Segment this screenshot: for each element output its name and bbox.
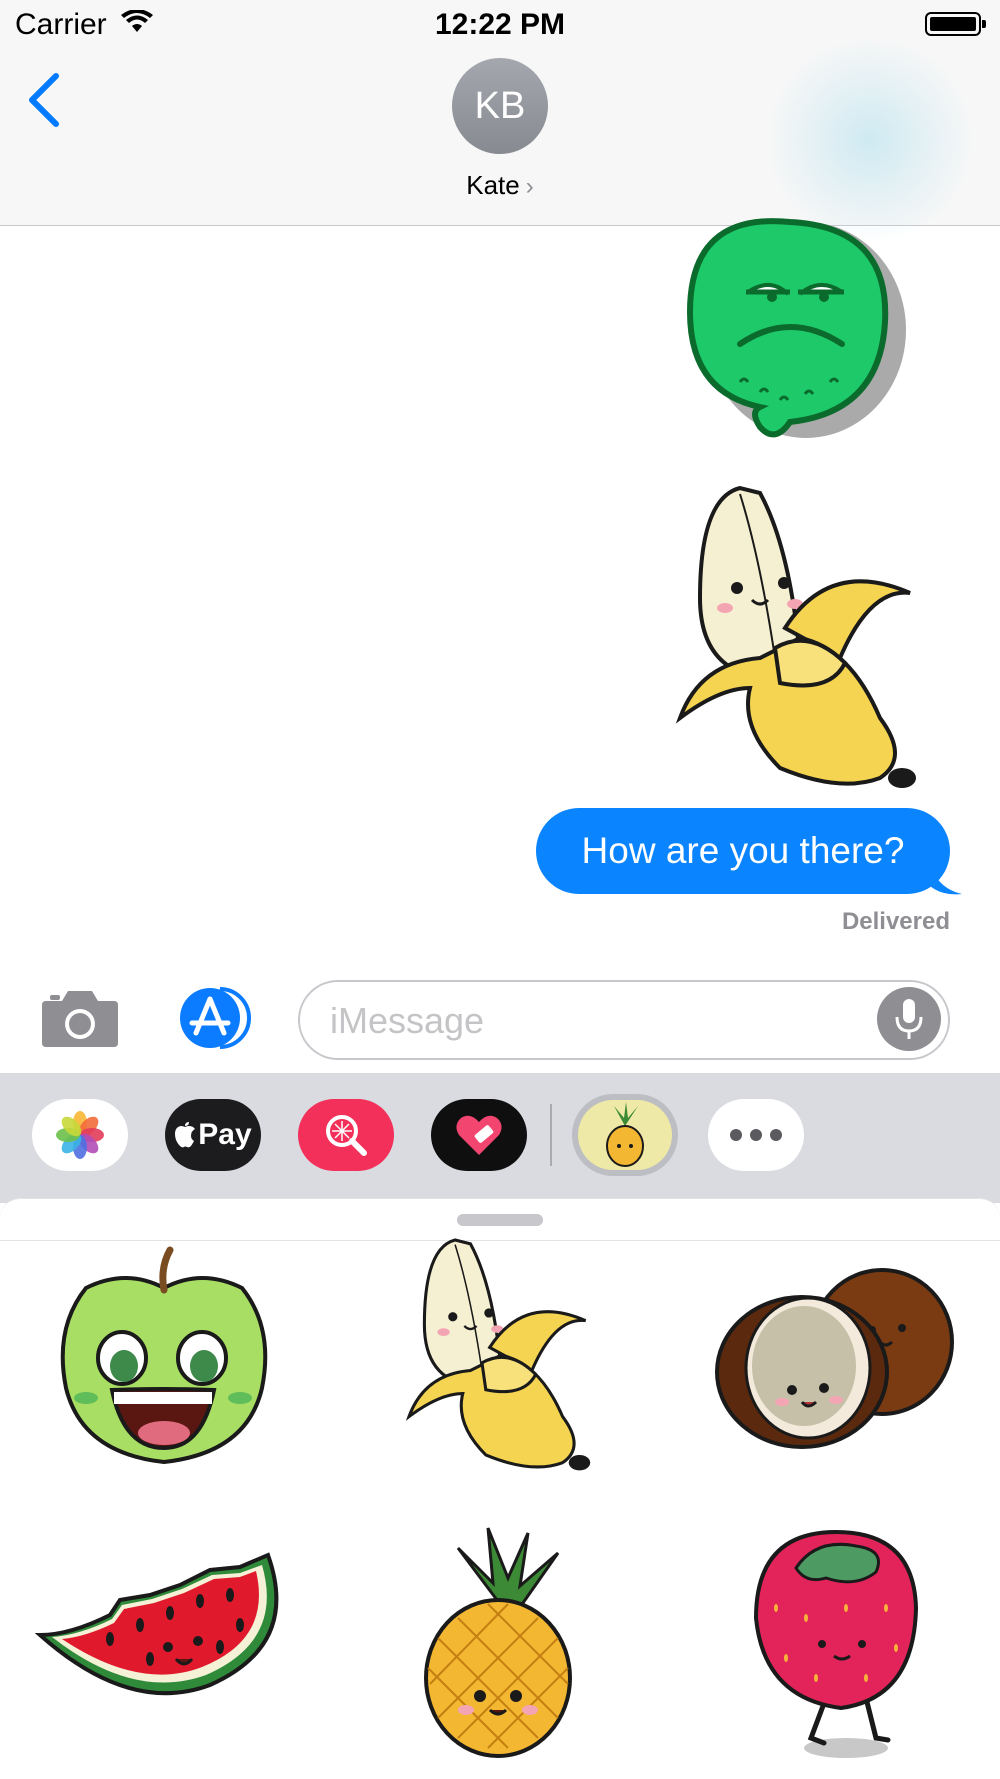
strawberry-sticker[interactable] [746,1528,926,1760]
message-placeholder: iMessage [330,1000,485,1041]
panel-grabber[interactable] [457,1214,543,1226]
photos-icon [56,1111,104,1159]
app-drawer-divider [550,1104,552,1166]
message-bubble[interactable]: How are you there? [536,808,950,894]
clock: 12:22 PM [434,8,566,41]
chevron-left-icon [29,73,59,127]
pineapple-icon [606,1102,644,1167]
coconut-sticker[interactable] [712,1262,962,1452]
app-store-button[interactable] [170,985,254,1051]
chevron-right-icon: › [525,173,534,200]
banana-panel-sticker[interactable] [405,1238,605,1478]
back-button[interactable] [22,70,72,130]
search-app-button[interactable] [298,1099,394,1171]
delivery-status: Delivered [841,908,950,935]
dictation-button[interactable] [877,987,941,1051]
battery-icon [925,12,986,36]
avatar[interactable]: KB [452,58,548,154]
apple-logo-icon [175,1122,196,1148]
more-apps-button[interactable] [708,1099,804,1171]
banana-sticker[interactable] [675,485,930,798]
search-icon [326,1115,367,1156]
apple-pay-app-button[interactable]: Pay [165,1099,261,1171]
camera-button[interactable] [40,987,120,1049]
contact-name-button[interactable]: Kate › [0,170,1000,201]
photos-app-button[interactable] [32,1099,128,1171]
camera-icon [42,991,118,1047]
lime-sticker[interactable] [680,218,920,462]
apple-sticker[interactable] [52,1246,276,1472]
contact-name: Kate [466,170,520,200]
background-glow [760,40,980,240]
more-icon [730,1129,782,1141]
heart-app-button[interactable] [431,1099,527,1171]
microphone-icon [895,999,923,1039]
watermelon-sticker[interactable] [34,1552,290,1705]
apple-pay-label: Pay [198,1118,252,1151]
heart-icon [456,1115,502,1155]
pineapple-sticker[interactable] [418,1527,588,1760]
